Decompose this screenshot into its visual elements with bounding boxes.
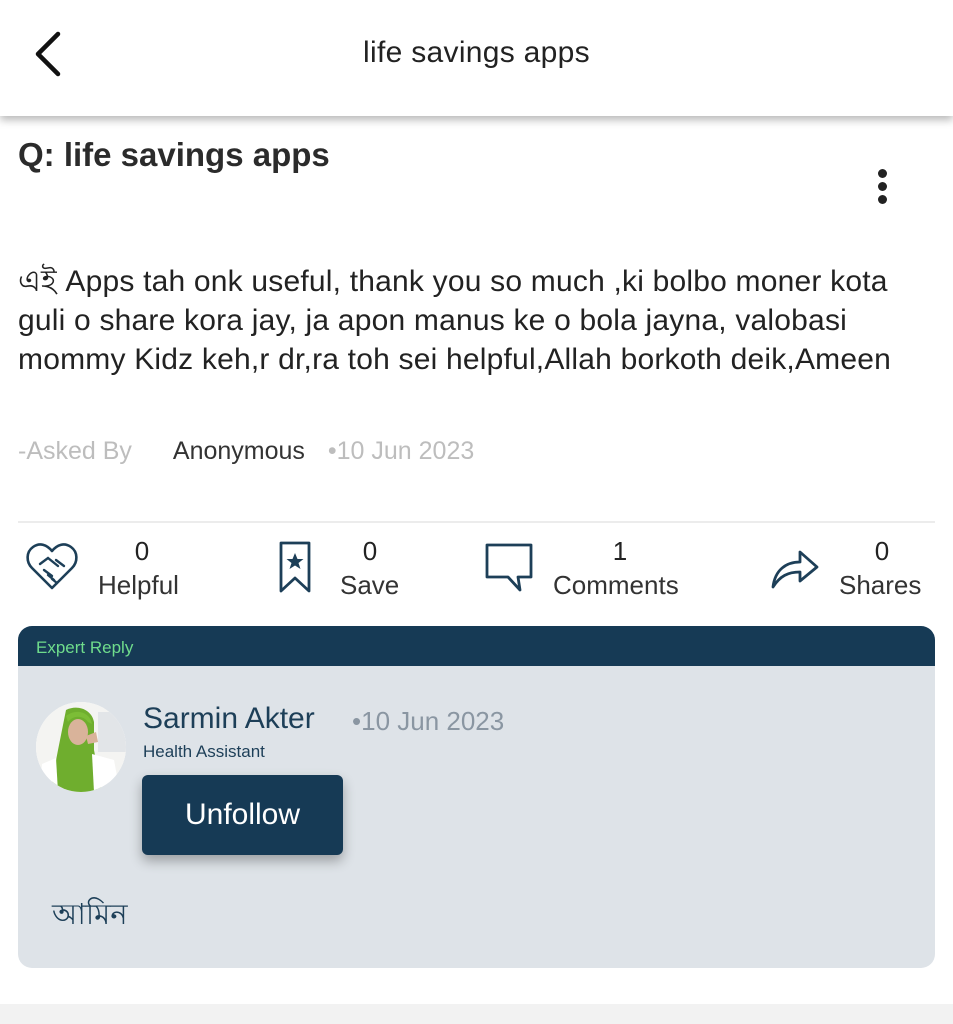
- share-arrow-icon: [771, 550, 819, 589]
- expert-reply-text: আমিন: [52, 899, 128, 931]
- bookmark-star-icon: [279, 541, 311, 593]
- avatar[interactable]: [36, 702, 126, 792]
- shares-label: Shares: [839, 570, 922, 600]
- expert-reply-card: Expert Reply Sarmin Akter •10 Jun 2023 H…: [18, 626, 935, 968]
- comments-count: 1: [612, 536, 628, 566]
- question-meta: -Asked By Anonymous •10 Jun 2023: [18, 437, 474, 466]
- divider: [18, 521, 935, 523]
- expert-reply-header: Expert Reply: [18, 626, 935, 666]
- comments-button[interactable]: 1 Comments: [484, 536, 694, 606]
- top-bar: life savings apps: [0, 0, 953, 116]
- helpful-label: Helpful: [98, 570, 179, 600]
- save-button[interactable]: 0 Save: [278, 536, 408, 606]
- question-date: •10 Jun 2023: [327, 437, 475, 465]
- comment-icon: [485, 543, 533, 592]
- expert-role: Health Assistant: [143, 742, 265, 761]
- expert-name[interactable]: Sarmin Akter: [143, 702, 315, 736]
- page-title: life savings apps: [363, 36, 590, 69]
- helpful-button[interactable]: 0 Helpful: [26, 536, 196, 606]
- save-label: Save: [340, 570, 400, 600]
- save-count: 0: [362, 536, 378, 566]
- asked-by-label: -Asked By: [18, 437, 132, 465]
- more-vertical-icon: [877, 169, 887, 178]
- handshake-heart-icon: [26, 543, 78, 590]
- comments-label: Comments: [553, 570, 679, 600]
- expert-avatar-image: [36, 702, 126, 792]
- question-author[interactable]: Anonymous: [173, 437, 305, 465]
- bottom-strip: [0, 1004, 953, 1024]
- helpful-count: 0: [134, 536, 150, 566]
- unfollow-button[interactable]: Unfollow: [142, 775, 343, 855]
- expert-reply-date: •10 Jun 2023: [352, 706, 505, 736]
- shares-count: 0: [874, 536, 890, 566]
- more-options-button[interactable]: [866, 166, 898, 212]
- shares-button[interactable]: 0 Shares: [770, 536, 930, 606]
- question-title: Q: life savings apps: [18, 136, 330, 173]
- question-body: এই Apps tah onk useful, thank you so muc…: [18, 265, 892, 376]
